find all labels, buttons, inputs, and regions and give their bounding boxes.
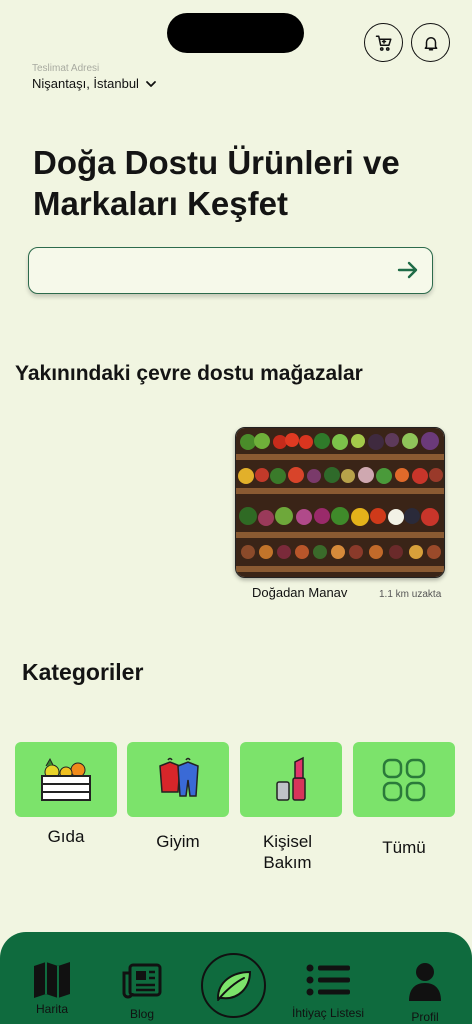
map-icon — [34, 962, 70, 998]
produce-crate-icon — [41, 757, 91, 801]
nearby-stores-title: Yakınındaki çevre dostu mağazalar — [15, 362, 363, 385]
search-input[interactable] — [43, 258, 387, 284]
bell-icon — [424, 36, 437, 50]
clothes-hanger-icon — [159, 757, 199, 797]
leaf-icon — [216, 970, 251, 1001]
search-bar — [28, 247, 433, 294]
page-title-line-2: Markaları Keşfet — [33, 185, 288, 222]
categories-title: Kategoriler — [22, 659, 144, 685]
chevron-down-icon — [146, 80, 156, 87]
tab-map-label: Harita — [35, 1002, 68, 1016]
address-value: Nişantaşı, İstanbul — [32, 76, 139, 91]
category-all-tile[interactable] — [353, 742, 455, 817]
newspaper-icon — [122, 963, 162, 999]
tab-blog-label: Blog — [129, 1007, 155, 1021]
store-card-image[interactable] — [235, 427, 445, 578]
category-personal-care-label-line-2: Bakım — [263, 853, 312, 872]
address-label: Teslimat Adresi — [32, 63, 100, 74]
category-personal-care-label-line-1: Kişisel — [262, 832, 313, 851]
cart-icon — [375, 35, 391, 51]
tab-blog[interactable]: Blog — [112, 961, 172, 1021]
store-distance: 1.1 km uzakta — [379, 589, 442, 600]
tab-map[interactable]: Harita — [20, 960, 84, 1016]
arrow-right-icon[interactable] — [396, 258, 420, 282]
category-clothing-tile[interactable] — [127, 742, 229, 817]
category-all-label: Tümü — [382, 838, 426, 857]
tab-needs-list-label: İhtiyaç Listesi — [291, 1006, 365, 1020]
cart-button[interactable] — [364, 23, 403, 62]
camera-notch — [167, 13, 304, 53]
tab-profile-label: Profil — [411, 1010, 439, 1024]
person-icon — [409, 963, 441, 1001]
list-icon — [306, 964, 350, 996]
page-title-line-1: Doğa Dostu Ürünleri ve — [33, 144, 400, 181]
page-title: Doğa Dostu Ürünleri ve Markaları Keşfet — [33, 142, 453, 224]
tab-profile[interactable]: Profil — [396, 961, 454, 1024]
lipstick-icon — [276, 756, 306, 801]
address-selector[interactable]: Nişantaşı, İstanbul — [32, 76, 157, 91]
category-clothing-label: Giyim — [156, 832, 200, 851]
tab-needs-list[interactable]: İhtiyaç Listesi — [284, 962, 372, 1020]
notifications-button[interactable] — [411, 23, 450, 62]
category-food-tile[interactable] — [15, 742, 117, 817]
category-personal-care-label: Kişisel Bakım — [240, 831, 335, 873]
grid-icon — [382, 758, 426, 801]
category-personal-care-tile[interactable] — [240, 742, 342, 817]
category-food-label: Gıda — [47, 827, 85, 846]
produce-shelf-image — [236, 428, 444, 577]
tab-home-leaf[interactable] — [201, 953, 266, 1018]
store-name[interactable]: Doğadan Manav — [252, 585, 347, 600]
